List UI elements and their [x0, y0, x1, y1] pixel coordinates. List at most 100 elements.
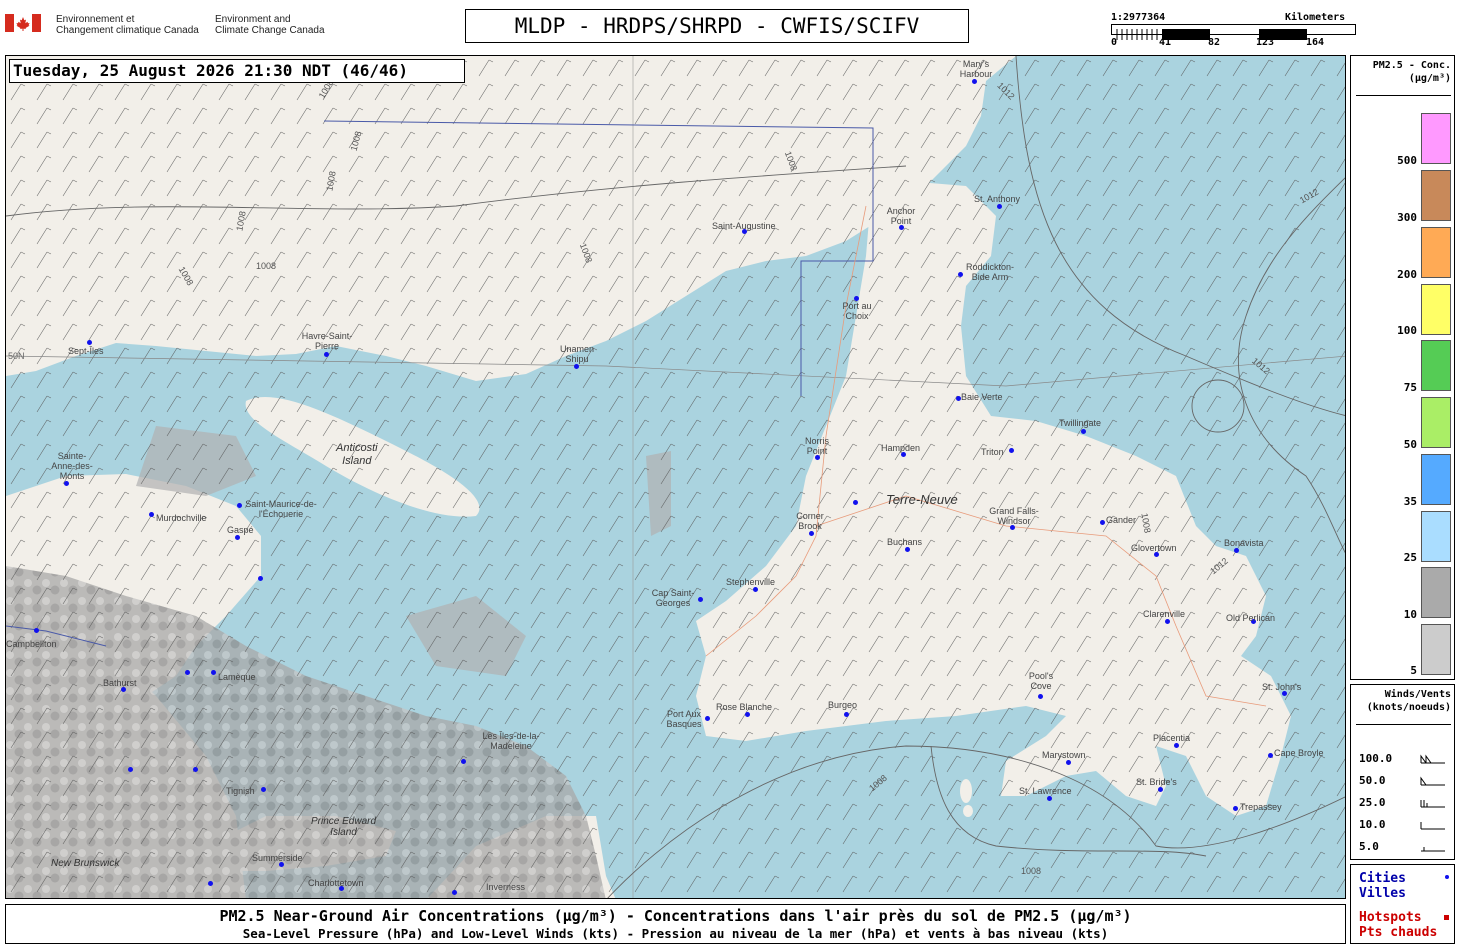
wind-barb-icons: [1420, 754, 1445, 852]
forecast-timestamp: Tuesday, 25 August 2026 21:30 NDT (46/46…: [9, 59, 465, 83]
city-label-campbellton: Campbellton: [6, 639, 57, 649]
city-dot[interactable]: [1038, 694, 1043, 699]
city-dot[interactable]: [34, 628, 39, 633]
agency-name-fr: Environnement et Changement climatique C…: [56, 14, 199, 36]
pm25-swatch-35: [1421, 454, 1451, 505]
city-dot[interactable]: [1081, 429, 1086, 434]
city-dot[interactable]: [261, 787, 266, 792]
city-dot[interactable]: [1047, 796, 1052, 801]
city-label-st-anthony: St. Anthony: [974, 194, 1021, 204]
scale-unit: Kilometers: [1285, 12, 1346, 23]
city-dot[interactable]: [853, 500, 858, 505]
city-label-sainte-anne: Sainte-Anne-des-Monts: [51, 451, 93, 481]
city-label-roddickton: Roddickton-Bide Arm: [965, 262, 1015, 282]
pm25-swatch-200: [1421, 227, 1451, 278]
cities-hotspots-legend: Cities Villes Hotspots Pts chauds: [1350, 864, 1455, 944]
latitude-label: 50N: [8, 351, 25, 361]
agency-name-en: Environment and Climate Change Canada: [215, 14, 325, 36]
pm25-swatch-75: [1421, 340, 1451, 391]
region-pei: Prince Edward Island: [311, 816, 377, 838]
pm25-swatch-10: [1421, 567, 1451, 618]
pm25-label-200: 200: [1397, 268, 1417, 281]
city-dot[interactable]: [1009, 448, 1014, 453]
city-dot[interactable]: [193, 767, 198, 772]
pm25-legend-title: PM2.5 - Conc. (µg/m³): [1372, 60, 1451, 84]
city-dot[interactable]: [211, 670, 216, 675]
city-dot[interactable]: [905, 547, 910, 552]
city-dot[interactable]: [452, 890, 457, 895]
city-dot[interactable]: [1234, 548, 1239, 553]
city-dot[interactable]: [185, 670, 190, 675]
city-dot[interactable]: [208, 881, 213, 886]
city-dot[interactable]: [698, 597, 703, 602]
scale-tick-164: 164: [1306, 37, 1325, 48]
city-label-stephenville: Stephenville: [726, 577, 776, 587]
city-label-st-brides: St. Bride's: [1136, 777, 1177, 787]
wind-speed-100: 100.0: [1359, 752, 1393, 765]
city-dot[interactable]: [997, 204, 1002, 209]
city-label-saint-maurice: Saint-Maurice-de-l'Échouerie: [245, 499, 317, 519]
city-dot[interactable]: [149, 512, 154, 517]
city-dot[interactable]: [1066, 760, 1071, 765]
city-dot[interactable]: [1174, 743, 1179, 748]
city-dot[interactable]: [235, 535, 240, 540]
city-dot[interactable]: [844, 712, 849, 717]
city-label-port-aux-basques: Port Aux Basques: [666, 709, 702, 729]
map-canvas[interactable]: Anticosti Island Terre-Neuve New Brunswi…: [5, 55, 1346, 899]
city-legend-dot-icon: [1445, 875, 1449, 879]
city-dot[interactable]: [461, 759, 466, 764]
city-label-port-au-choix: Port au Choix: [842, 301, 872, 321]
city-dot[interactable]: [972, 79, 977, 84]
city-label-placentia: Placentia: [1153, 733, 1191, 743]
city-label-sept-iles: Sept-Îles: [68, 346, 104, 356]
pm25-label-50: 50: [1403, 438, 1417, 451]
city-dot[interactable]: [1158, 787, 1163, 792]
pm25-label-35: 35: [1403, 495, 1417, 508]
city-dot[interactable]: [64, 481, 69, 486]
map-svg: [6, 56, 1345, 898]
city-label-st-johns: St. John's: [1262, 682, 1302, 692]
city-label-gaspe: Gaspé: [227, 525, 254, 535]
city-label-clarenville: Clarenville: [1143, 609, 1186, 619]
caption-line-1: PM2.5 Near-Ground Air Concentrations (µg…: [219, 907, 1132, 925]
hotspot-legend-square-icon: [1444, 915, 1449, 920]
city-dot[interactable]: [1100, 520, 1105, 525]
city-dot[interactable]: [745, 712, 750, 717]
city-label-triton: Triton: [981, 447, 1004, 457]
scale-ratio: 1:2977364: [1111, 12, 1166, 23]
scale-tick-123: 123: [1256, 37, 1275, 48]
city-label-pools-cove: Pool's Cove: [1028, 671, 1054, 691]
pm25-label-300: 300: [1397, 211, 1417, 224]
city-dot[interactable]: [128, 767, 133, 772]
pm25-swatch-100: [1421, 284, 1451, 335]
pm25-label-100: 100: [1397, 324, 1417, 337]
pm25-legend: PM2.5 - Conc. (µg/m³) 500 300 200 100 75…: [1350, 55, 1455, 680]
city-label-bonavista: Bonavista: [1224, 538, 1264, 548]
wind-speed-10: 10.0: [1359, 818, 1386, 831]
city-label-havre-saint-pierre: Havre-Saint-Pierre: [301, 331, 353, 351]
city-label-cape-broyle: Cape Broyle: [1274, 748, 1324, 758]
city-dot[interactable]: [809, 531, 814, 536]
city-dot[interactable]: [574, 364, 579, 369]
wind-speed-50: 50.0: [1359, 774, 1386, 787]
city-dot[interactable]: [87, 340, 92, 345]
city-dot[interactable]: [1165, 619, 1170, 624]
city-label-iles-de-la-madeleine: Les Îles-de-la-Madeleine: [482, 731, 540, 751]
city-label-norris-point: Norris Point: [805, 436, 829, 456]
city-dot[interactable]: [753, 587, 758, 592]
map-caption: PM2.5 Near-Ground Air Concentrations (µg…: [5, 904, 1346, 944]
city-dot[interactable]: [1268, 753, 1273, 758]
city-label-murdochville: Murdochville: [156, 513, 207, 523]
city-dot[interactable]: [1233, 806, 1238, 811]
city-dot[interactable]: [258, 576, 263, 581]
city-dot[interactable]: [324, 352, 329, 357]
city-label-lameque: Lamèque: [218, 672, 256, 682]
pm25-swatch-5: [1421, 624, 1451, 675]
city-label-gander: Gander: [1106, 515, 1137, 525]
city-label-baie-verte: Baie Verte: [961, 392, 1003, 402]
city-label-twillingate: Twillingate: [1059, 418, 1102, 428]
cities-legend-label: Cities Villes: [1359, 871, 1406, 901]
city-label-inverness: Inverness: [486, 882, 526, 892]
pm25-label-10: 10: [1403, 608, 1417, 621]
pm25-swatch-50: [1421, 397, 1451, 448]
